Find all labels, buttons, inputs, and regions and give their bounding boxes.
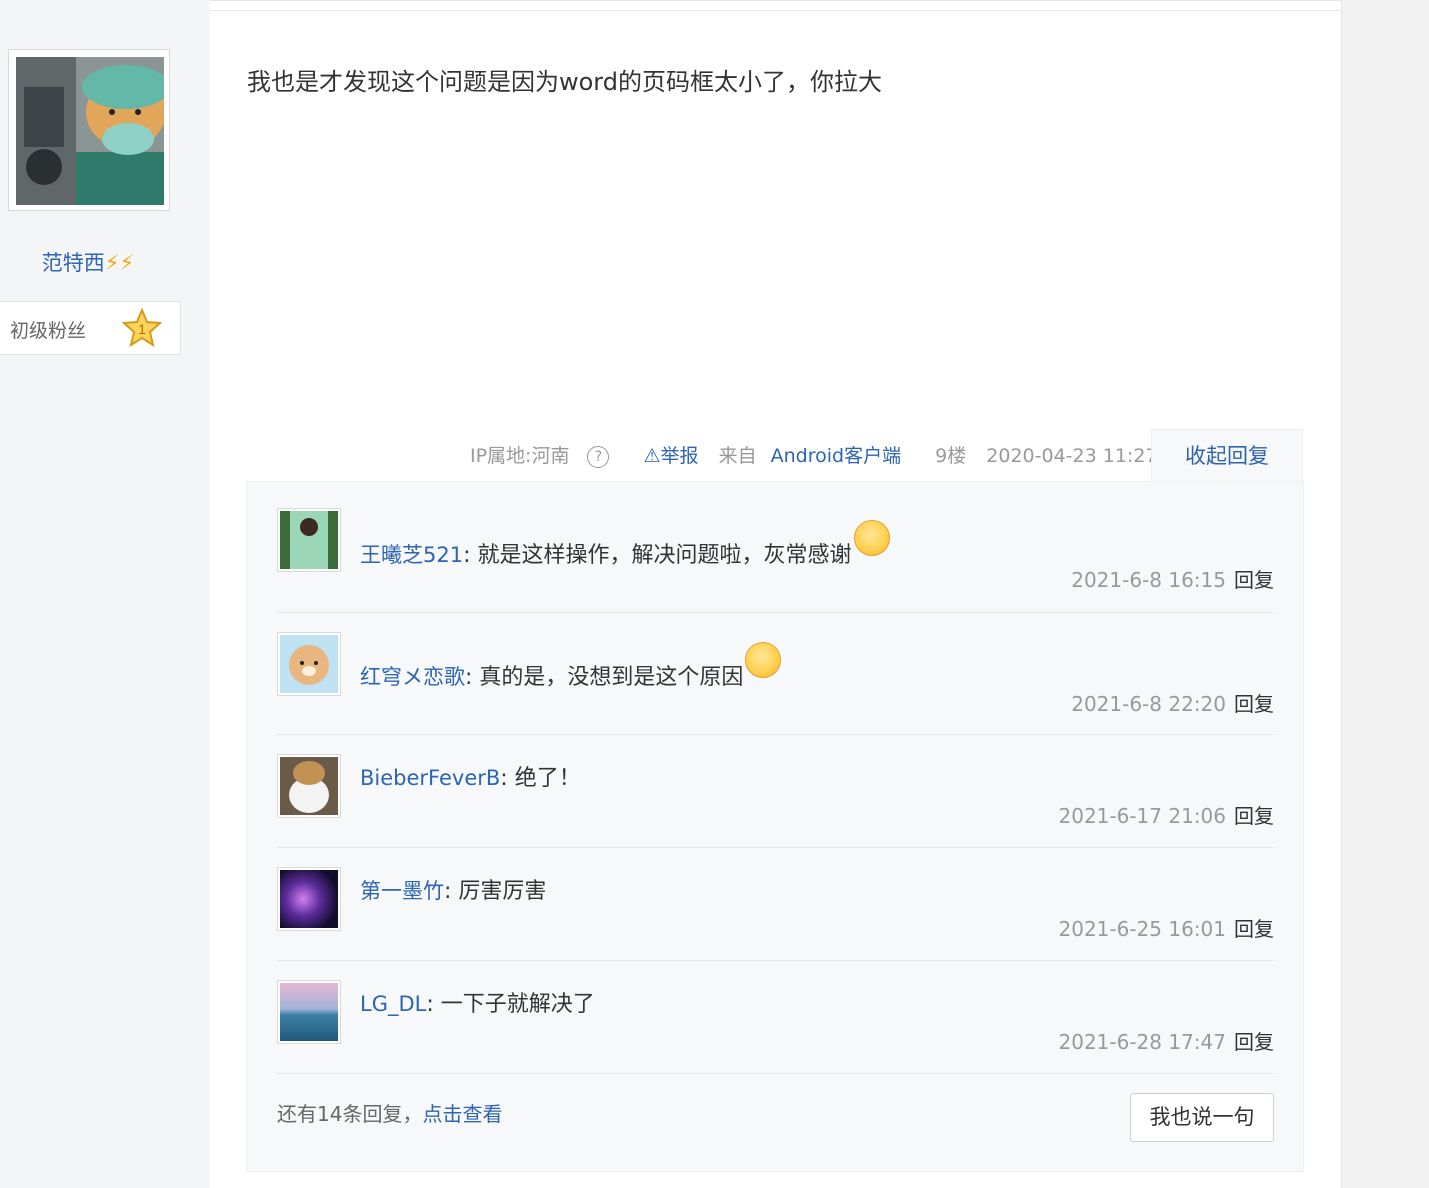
list-item: 第一墨竹: 厉害厉害 2021-6-25 16:01 回复	[277, 847, 1274, 961]
from-client: 来自 Android客户端	[719, 445, 915, 467]
collapse-replies-button[interactable]: 收起回复	[1151, 429, 1303, 483]
reply-list: 王曦芝521: 就是这样操作，解决问题啦，灰常感谢 2021-6-8 16:15…	[246, 481, 1304, 1172]
avatar[interactable]	[277, 632, 341, 696]
colon: :	[465, 665, 480, 690]
reply-footer: 还有14条回复，点击查看 我也说一句	[277, 1093, 1274, 1156]
reply-meta: 2021-6-8 22:20 回复	[1071, 688, 1274, 717]
reply-line: 红穹メ恋歌: 真的是，没想到是这个原因	[360, 642, 782, 691]
avatar[interactable]	[277, 980, 341, 1044]
ip-text: IP属地:河南	[470, 445, 570, 467]
reply-meta: 2021-6-17 21:06 回复	[1059, 800, 1275, 829]
reply-text: 厉害厉害	[458, 879, 547, 904]
reply-line: LG_DL: 一下子就解决了	[360, 986, 595, 1018]
reply-text: 绝了！	[514, 766, 581, 791]
floor-number: 9楼	[935, 445, 967, 467]
list-item: 红穹メ恋歌: 真的是，没想到是这个原因 2021-6-8 22:20 回复	[277, 612, 1274, 735]
reply-author[interactable]: 红穹メ恋歌	[360, 665, 465, 689]
reply-time: 2021-6-25 16:01	[1058, 917, 1227, 941]
reply-time: 2021-6-8 22:20	[1071, 692, 1226, 716]
reply-author[interactable]: LG_DL	[360, 992, 426, 1016]
level-number: 1	[138, 321, 146, 337]
author-name[interactable]: 范特西⚡⚡	[0, 247, 176, 277]
reply-button[interactable]: 回复	[1234, 804, 1274, 828]
reply-time: 2021-6-17 21:06	[1058, 804, 1227, 828]
angry-emoji-icon	[745, 642, 782, 678]
list-item: LG_DL: 一下子就解决了 2021-6-28 17:47 回复	[277, 960, 1274, 1074]
fan-level-title: 初级粉丝	[10, 320, 87, 342]
reply-author[interactable]: 王曦芝521	[360, 543, 463, 567]
post-text: 我也是才发现这个问题是因为word的页码框太小了，你拉大	[247, 68, 882, 96]
colon: :	[426, 992, 441, 1017]
reply-button[interactable]: 回复	[1234, 1030, 1274, 1054]
reply-time: 2021-6-28 17:47	[1058, 1030, 1227, 1054]
write-reply-button[interactable]: 我也说一句	[1130, 1093, 1274, 1142]
post-datetime: 2020-04-23 11:27	[986, 445, 1158, 467]
reply-line: 王曦芝521: 就是这样操作，解决问题啦，灰常感谢	[360, 520, 890, 569]
divider	[210, 10, 1341, 11]
reply-line: BieberFeverB: 绝了！	[360, 760, 581, 792]
more-replies: 还有14条回复，点击查看	[277, 1098, 502, 1127]
avatar-image	[16, 57, 164, 205]
author-column: 范特西⚡⚡ 初级粉丝 1	[0, 0, 210, 1188]
colon: :	[463, 543, 478, 568]
ip-location: IP属地:河南?	[470, 445, 623, 468]
list-item: BieberFeverB: 绝了！ 2021-6-17 21:06 回复	[277, 734, 1274, 848]
reply-meta: 2021-6-25 16:01 回复	[1059, 913, 1275, 942]
reply-text: 真的是，没想到是这个原因	[479, 665, 744, 690]
android-client-link[interactable]: Android客户端	[771, 445, 901, 467]
help-icon[interactable]: ?	[587, 446, 610, 468]
reply-button[interactable]: 回复	[1234, 692, 1274, 716]
avatar[interactable]	[277, 867, 341, 931]
colon: :	[500, 766, 515, 791]
reply-text: 一下子就解决了	[440, 992, 595, 1017]
reply-meta: 2021-6-28 17:47 回复	[1059, 1026, 1275, 1055]
reply-line: 第一墨竹: 厉害厉害	[360, 873, 546, 905]
reply-text: 就是这样操作，解决问题啦，灰常感谢	[477, 543, 852, 568]
smile-emoji-icon	[853, 520, 890, 556]
page: 范特西⚡⚡ 初级粉丝 1 我也是才发现这个问题是因为word的页码框太小了，你拉…	[0, 0, 1429, 1188]
author-avatar[interactable]	[8, 49, 170, 211]
reply-time: 2021-6-8 16:15	[1071, 568, 1226, 592]
view-more-link[interactable]: 点击查看	[422, 1102, 502, 1126]
reply-meta: 2021-6-8 16:15 回复	[1071, 564, 1274, 593]
more-replies-count: 还有14条回复，	[277, 1102, 423, 1126]
report-link[interactable]: ⚠举报	[644, 445, 699, 467]
level-star-icon: 1	[122, 308, 162, 348]
reply-author[interactable]: 第一墨竹	[360, 879, 444, 903]
fan-level-badge[interactable]: 初级粉丝 1	[0, 301, 181, 355]
author-name-text: 范特西	[41, 251, 105, 275]
avatar[interactable]	[277, 754, 341, 818]
from-prefix: 来自	[718, 445, 757, 467]
reply-button[interactable]: 回复	[1234, 917, 1274, 941]
post-meta: IP属地:河南? ⚠举报 来自 Android客户端 9楼 2020-04-23 …	[470, 441, 1172, 471]
right-gutter	[1341, 0, 1429, 1188]
reply-author[interactable]: BieberFeverB	[360, 766, 500, 790]
lightning-icon: ⚡⚡	[104, 251, 135, 275]
avatar[interactable]	[277, 508, 341, 572]
list-item: 王曦芝521: 就是这样操作，解决问题啦，灰常感谢 2021-6-8 16:15…	[277, 482, 1274, 613]
colon: :	[444, 879, 459, 904]
reply-button[interactable]: 回复	[1234, 568, 1274, 592]
